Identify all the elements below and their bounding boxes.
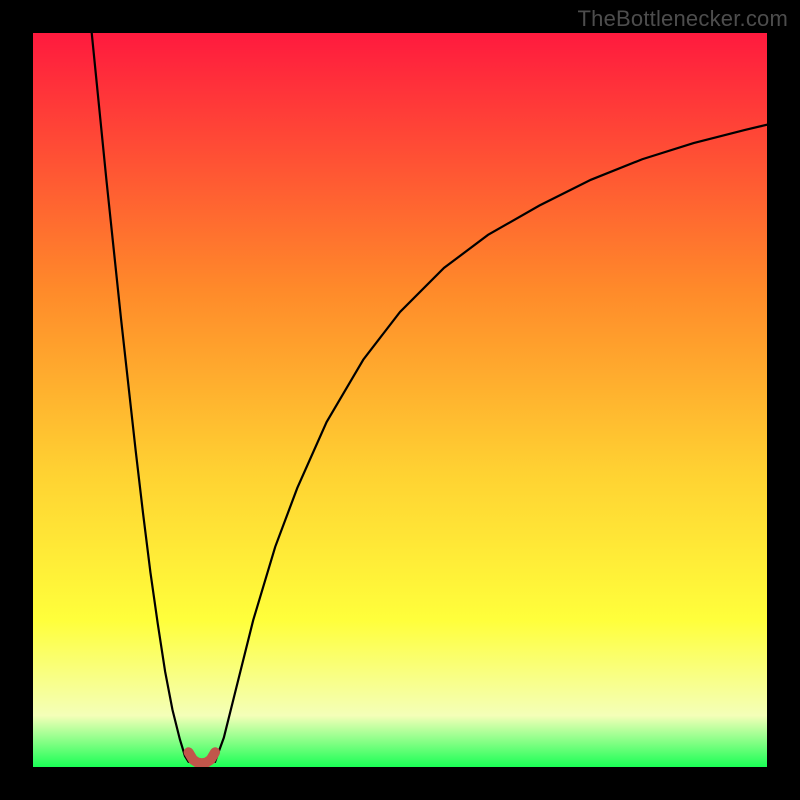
- gradient-background: [33, 33, 767, 767]
- plot-area: [33, 33, 767, 767]
- chart-outer-frame: TheBottlenecker.com: [0, 0, 800, 800]
- chart-svg: [33, 33, 767, 767]
- watermark-text: TheBottlenecker.com: [578, 6, 788, 32]
